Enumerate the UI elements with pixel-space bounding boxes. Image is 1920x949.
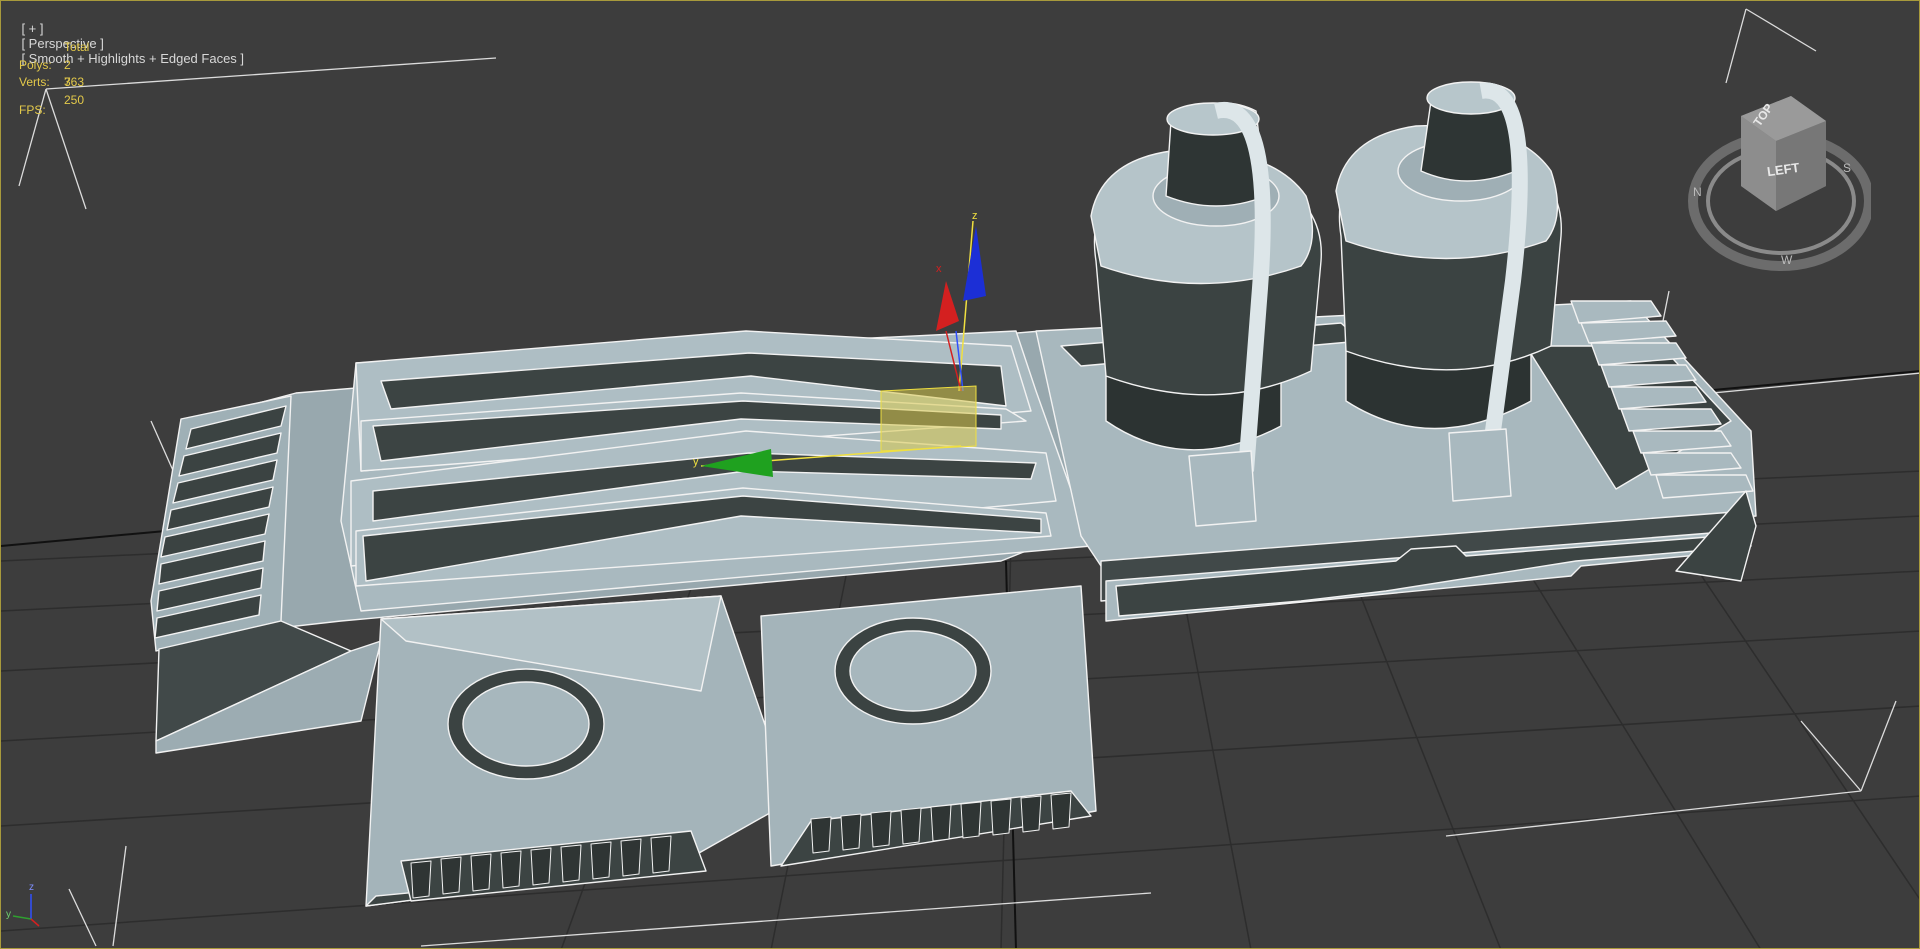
viewport-menu-shading[interactable]: [ Smooth + Highlights + Edged Faces ] <box>21 51 244 66</box>
stats-total-header: Total <box>64 40 90 54</box>
stats-fps-label: FPS: <box>19 102 46 117</box>
svg-text:W: W <box>1781 253 1793 267</box>
viewport-menu-view[interactable]: [ Perspective ] <box>21 36 103 51</box>
stats-verts-value: 3 250 <box>64 75 85 107</box>
world-axis-z-label: z <box>29 882 34 893</box>
svg-text:N: N <box>1693 185 1702 199</box>
world-axis-tripod <box>12 894 40 927</box>
gizmo-x-arrow <box>936 281 959 331</box>
gizmo-x-label: x <box>936 263 942 275</box>
gizmo-z-arrow <box>963 226 986 301</box>
perspective-viewport[interactable]: z x y z y [ + ] [ Perspective ] [ Smooth… <box>0 0 1920 949</box>
sci-fi-model <box>150 81 1757 907</box>
gizmo-y-label: y <box>693 456 699 468</box>
gizmo-plane-handle <box>880 385 977 452</box>
viewport-menu-plus[interactable]: [ + ] <box>21 21 43 36</box>
stats-polys-label: Polys: <box>19 57 52 72</box>
scene-canvas[interactable] <box>1 1 1920 949</box>
gizmo-z-label: z <box>972 210 978 222</box>
world-axis-y-label: y <box>6 909 11 920</box>
svg-text:S: S <box>1843 161 1851 175</box>
viewcube[interactable]: S N W TOP LEFT <box>1681 86 1874 286</box>
stats-verts-label: Verts: <box>19 75 50 89</box>
